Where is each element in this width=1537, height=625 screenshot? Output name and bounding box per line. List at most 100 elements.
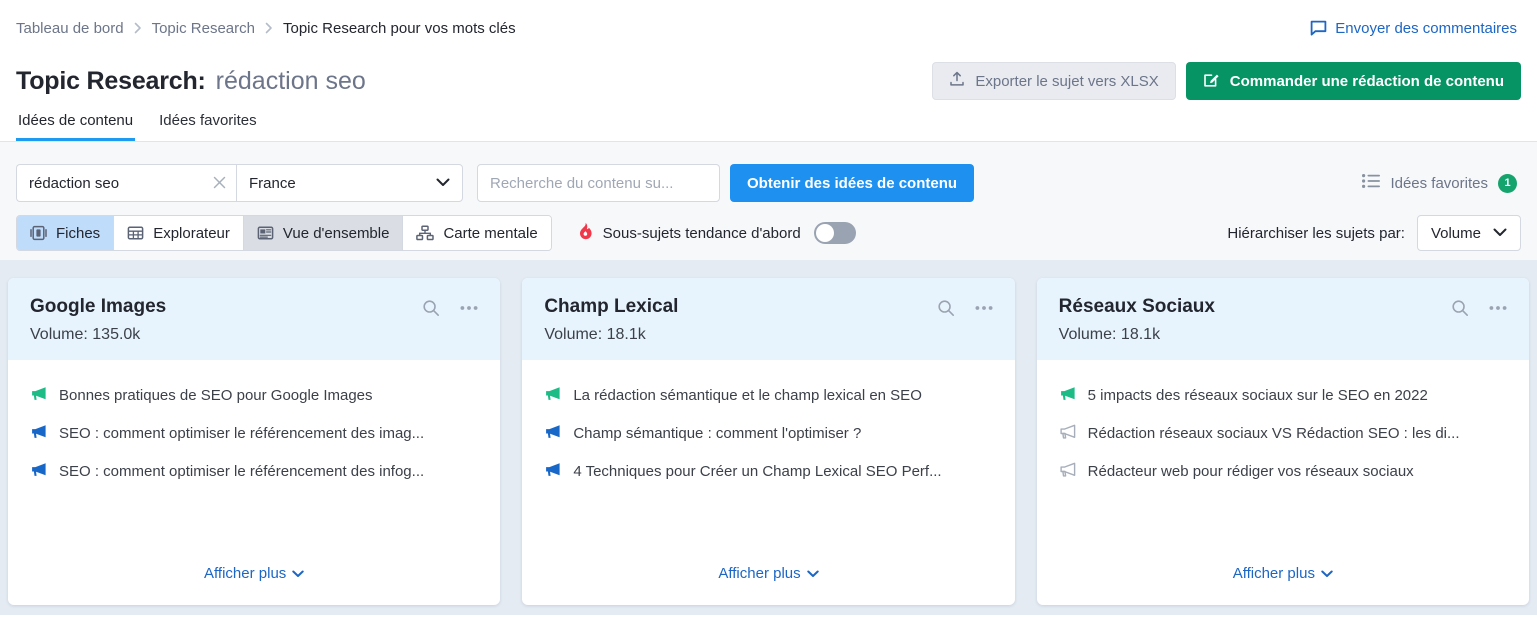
list-item[interactable]: Champ sémantique : comment l'optimiser ? bbox=[544, 424, 992, 443]
favorite-ideas-button[interactable]: Idées favorites 1 bbox=[1362, 174, 1521, 193]
list-item[interactable]: La rédaction sémantique et le champ lexi… bbox=[544, 386, 992, 405]
topic-card-header: Réseaux Sociaux Volume: 18.1k bbox=[1037, 278, 1529, 360]
topic-card-volume-value: 18.1k bbox=[607, 326, 646, 343]
sort-topics-group: Hiérarchiser les sujets par: Volume bbox=[1227, 215, 1521, 251]
keyword-input[interactable]: rédaction seo bbox=[16, 164, 236, 202]
list-item[interactable]: SEO : comment optimiser le référencement… bbox=[30, 424, 478, 443]
comment-icon bbox=[1310, 20, 1327, 37]
page-title-keyword: rédaction seo bbox=[216, 67, 366, 96]
topic-card-volume: Volume: 135.0k bbox=[30, 326, 478, 344]
more-icon[interactable] bbox=[460, 305, 478, 311]
view-mode-cards[interactable]: Fiches bbox=[17, 216, 114, 250]
breadcrumb-item-current: Topic Research pour vos mots clés bbox=[283, 20, 516, 37]
table-icon bbox=[127, 225, 144, 241]
topic-card-footer: Afficher plus bbox=[1037, 565, 1529, 605]
topic-card-footer: Afficher plus bbox=[522, 565, 1014, 605]
topic-card-volume: Volume: 18.1k bbox=[544, 326, 992, 344]
favorite-ideas-count-badge: 1 bbox=[1498, 174, 1517, 193]
more-icon[interactable] bbox=[1489, 305, 1507, 311]
view-mode-mindmap[interactable]: Carte mentale bbox=[403, 216, 550, 250]
topic-card-footer: Afficher plus bbox=[8, 565, 500, 605]
topic-card-title: Google Images bbox=[30, 296, 422, 318]
more-icon[interactable] bbox=[975, 305, 993, 311]
keyword-country-group: rédaction seo France bbox=[16, 164, 463, 202]
trending-subtopics-switch[interactable] bbox=[814, 222, 856, 244]
megaphone-icon bbox=[544, 424, 561, 443]
megaphone-icon bbox=[544, 386, 561, 405]
search-icon[interactable] bbox=[937, 299, 955, 317]
tab-content-ideas[interactable]: Idées de contenu bbox=[16, 112, 135, 141]
export-xlsx-button[interactable]: Exporter le sujet vers XLSX bbox=[932, 62, 1175, 100]
list-item[interactable]: Rédacteur web pour rédiger vos réseaux s… bbox=[1059, 462, 1507, 481]
topic-card-ideas: 5 impacts des réseaux sociaux sur le SEO… bbox=[1037, 360, 1529, 565]
chevron-right-icon bbox=[265, 22, 273, 34]
megaphone-icon bbox=[30, 462, 47, 481]
megaphone-icon bbox=[30, 386, 47, 405]
list-item-label: SEO : comment optimiser le référencement… bbox=[59, 463, 424, 480]
megaphone-icon bbox=[544, 462, 561, 481]
megaphone-icon bbox=[1059, 462, 1076, 481]
list-item-label: 5 impacts des réseaux sociaux sur le SEO… bbox=[1088, 387, 1428, 404]
country-select[interactable]: France bbox=[236, 164, 463, 202]
megaphone-icon bbox=[1059, 424, 1076, 443]
breadcrumb-item-dashboard[interactable]: Tableau de bord bbox=[16, 20, 124, 37]
topic-card-volume-value: 18.1k bbox=[1121, 326, 1160, 343]
view-mode-overview[interactable]: Vue d'ensemble bbox=[244, 216, 404, 250]
send-feedback-link[interactable]: Envoyer des commentaires bbox=[1310, 20, 1521, 37]
list-item[interactable]: Bonnes pratiques de SEO pour Google Imag… bbox=[30, 386, 478, 405]
list-item-label: Bonnes pratiques de SEO pour Google Imag… bbox=[59, 387, 373, 404]
search-icon[interactable] bbox=[422, 299, 440, 317]
topic-cards-grid: Google Images Volume: 135.0k bbox=[0, 260, 1537, 615]
chevron-down-icon bbox=[1493, 226, 1507, 240]
list-item-label: Champ sémantique : comment l'optimiser ? bbox=[573, 425, 861, 442]
get-content-ideas-button[interactable]: Obtenir des idées de contenu bbox=[730, 164, 974, 202]
list-item[interactable]: SEO : comment optimiser le référencement… bbox=[30, 462, 478, 481]
list-item[interactable]: 4 Techniques pour Créer un Champ Lexical… bbox=[544, 462, 992, 481]
topic-card[interactable]: Réseaux Sociaux Volume: 18.1k bbox=[1037, 278, 1529, 605]
topic-card-header: Google Images Volume: 135.0k bbox=[8, 278, 500, 360]
cards-icon bbox=[30, 225, 47, 241]
topic-card-volume: Volume: 18.1k bbox=[1059, 326, 1507, 344]
show-more-label: Afficher plus bbox=[1233, 565, 1315, 582]
chevron-right-icon bbox=[134, 22, 142, 34]
favorite-ideas-label: Idées favorites bbox=[1390, 175, 1488, 192]
list-item[interactable]: Rédaction réseaux sociaux VS Rédaction S… bbox=[1059, 424, 1507, 443]
order-content-button[interactable]: Commander une rédaction de contenu bbox=[1186, 62, 1521, 100]
breadcrumb-item-topic-research[interactable]: Topic Research bbox=[152, 20, 255, 37]
tab-favorite-ideas[interactable]: Idées favorites bbox=[157, 112, 259, 141]
sort-topics-label: Hiérarchiser les sujets par: bbox=[1227, 225, 1405, 242]
show-more-button[interactable]: Afficher plus bbox=[1233, 565, 1333, 582]
export-xlsx-label: Exporter le sujet vers XLSX bbox=[975, 73, 1158, 90]
list-item-label: 4 Techniques pour Créer un Champ Lexical… bbox=[573, 463, 941, 480]
tab-bar: Idées de contenu Idées favorites bbox=[0, 106, 1537, 142]
content-search-input[interactable]: Recherche du contenu su... bbox=[477, 164, 720, 202]
list-icon bbox=[1362, 174, 1380, 192]
topic-card[interactable]: Champ Lexical Volume: 18.1k bbox=[522, 278, 1014, 605]
upload-icon bbox=[949, 71, 965, 91]
page-header: Topic Research: rédaction seo Exporter l… bbox=[0, 56, 1537, 106]
close-icon[interactable] bbox=[213, 175, 226, 192]
switch-knob bbox=[816, 224, 834, 242]
list-item-label: SEO : comment optimiser le référencement… bbox=[59, 425, 424, 442]
chevron-down-icon bbox=[436, 176, 450, 190]
topic-card-header: Champ Lexical Volume: 18.1k bbox=[522, 278, 1014, 360]
list-item[interactable]: 5 impacts des réseaux sociaux sur le SEO… bbox=[1059, 386, 1507, 405]
show-more-label: Afficher plus bbox=[204, 565, 286, 582]
topic-card[interactable]: Google Images Volume: 135.0k bbox=[8, 278, 500, 605]
topic-card-title: Réseaux Sociaux bbox=[1059, 296, 1451, 318]
country-select-value: France bbox=[249, 175, 436, 192]
edit-icon bbox=[1203, 71, 1220, 92]
list-item-label: Rédacteur web pour rédiger vos réseaux s… bbox=[1088, 463, 1414, 480]
topic-card-ideas: La rédaction sémantique et le champ lexi… bbox=[522, 360, 1014, 565]
sort-topics-value: Volume bbox=[1431, 225, 1481, 242]
sort-topics-select[interactable]: Volume bbox=[1417, 215, 1521, 251]
trending-subtopics-toggle-group[interactable]: Sous-sujets tendance d'abord bbox=[577, 222, 856, 244]
view-mode-cards-label: Fiches bbox=[56, 225, 100, 242]
header-actions: Exporter le sujet vers XLSX Commander un… bbox=[932, 62, 1521, 100]
topic-card-volume-label: Volume: bbox=[30, 326, 88, 343]
list-item-label: Rédaction réseaux sociaux VS Rédaction S… bbox=[1088, 425, 1460, 442]
show-more-button[interactable]: Afficher plus bbox=[204, 565, 304, 582]
view-mode-explorer[interactable]: Explorateur bbox=[114, 216, 244, 250]
show-more-button[interactable]: Afficher plus bbox=[718, 565, 818, 582]
search-icon[interactable] bbox=[1451, 299, 1469, 317]
